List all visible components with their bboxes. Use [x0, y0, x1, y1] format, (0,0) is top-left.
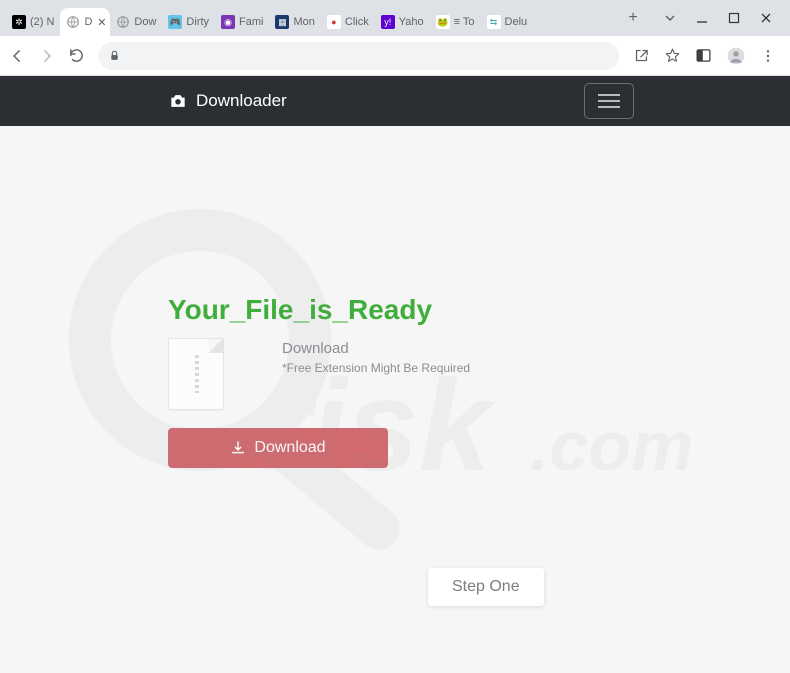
chevron-down-icon[interactable] — [664, 12, 676, 24]
file-subhead: Download — [282, 340, 470, 357]
browser-tab[interactable]: ⇆ Delu — [481, 8, 534, 36]
tab-label: Fami — [239, 16, 263, 28]
tab-label: Mon — [293, 16, 314, 28]
tab-label: Dirty — [186, 16, 209, 28]
browser-tab[interactable]: 🎮 Dirty — [162, 8, 215, 36]
download-icon — [230, 440, 246, 456]
site-navbar: Downloader — [0, 76, 790, 126]
window-buttons — [646, 12, 790, 24]
favicon-icon: ✲ — [12, 15, 26, 29]
browser-tab[interactable]: ✲ (2) N — [6, 8, 60, 36]
favicon-icon — [116, 15, 130, 29]
favicon-icon: 🐸 — [436, 15, 450, 29]
file-info-row: Download *Free Extension Might Be Requir… — [168, 338, 622, 410]
step-tooltip: Step One — [428, 568, 544, 606]
file-note: *Free Extension Might Be Required — [282, 361, 470, 375]
browser-tab[interactable]: ● Click — [321, 8, 375, 36]
tab-label: Click — [345, 16, 369, 28]
browser-tabstrip: ✲(2) ND✕Dow🎮Dirty◉Fami▦Mon●Clicky!Yaho🐸≡… — [0, 0, 790, 36]
tab-label: Delu — [505, 16, 528, 28]
tab-label: ≡ To — [454, 16, 475, 28]
browser-tab[interactable]: y! Yaho — [375, 8, 430, 36]
tab-label: (2) N — [30, 16, 54, 28]
site-brand[interactable]: Downloader — [168, 91, 287, 111]
file-text-block: Download *Free Extension Might Be Requir… — [282, 338, 470, 375]
download-button-label: Download — [254, 439, 325, 457]
favicon-icon: ▦ — [275, 15, 289, 29]
page-content: Your_File_is_Ready Download *Free Extens… — [0, 126, 790, 673]
bookmark-star-icon[interactable] — [664, 47, 681, 64]
camera-icon — [168, 91, 188, 111]
download-button[interactable]: Download — [168, 428, 388, 468]
close-window-button[interactable] — [760, 12, 772, 24]
browser-tab[interactable]: ◉ Fami — [215, 8, 269, 36]
page-heading: Your_File_is_Ready — [168, 126, 622, 326]
favicon-icon: ◉ — [221, 15, 235, 29]
profile-avatar-icon[interactable] — [726, 46, 746, 66]
browser-tab[interactable]: ▦ Mon — [269, 8, 320, 36]
hamburger-menu-button[interactable] — [584, 83, 634, 119]
browser-tab[interactable]: D✕ — [60, 8, 110, 36]
minimize-button[interactable] — [696, 12, 708, 24]
favicon-icon — [66, 15, 80, 29]
favicon-icon: ● — [327, 15, 341, 29]
omnibox[interactable] — [98, 42, 619, 70]
toolbar-right — [627, 46, 782, 66]
close-tab-icon[interactable]: ✕ — [97, 16, 106, 29]
favicon-icon: 🎮 — [168, 15, 182, 29]
back-button[interactable] — [8, 47, 30, 65]
tab-label: Dow — [134, 16, 156, 28]
side-panel-icon[interactable] — [695, 47, 712, 64]
favicon-icon: y! — [381, 15, 395, 29]
new-tab-button[interactable]: + — [620, 9, 646, 27]
kebab-menu-icon[interactable] — [760, 48, 776, 64]
browser-tab[interactable]: Dow — [110, 8, 162, 36]
tabs-container: ✲(2) ND✕Dow🎮Dirty◉Fami▦Mon●Clicky!Yaho🐸≡… — [0, 0, 620, 36]
lock-icon — [108, 49, 121, 62]
tab-label: Yaho — [399, 16, 424, 28]
address-bar-row — [0, 36, 790, 76]
share-icon[interactable] — [633, 47, 650, 64]
tab-label: D — [84, 16, 92, 28]
brand-label: Downloader — [196, 91, 287, 111]
maximize-button[interactable] — [728, 12, 740, 24]
zip-file-icon — [168, 338, 224, 410]
forward-button[interactable] — [38, 47, 60, 65]
favicon-icon: ⇆ — [487, 15, 501, 29]
browser-tab[interactable]: 🐸 ≡ To — [430, 8, 481, 36]
reload-button[interactable] — [68, 47, 90, 64]
